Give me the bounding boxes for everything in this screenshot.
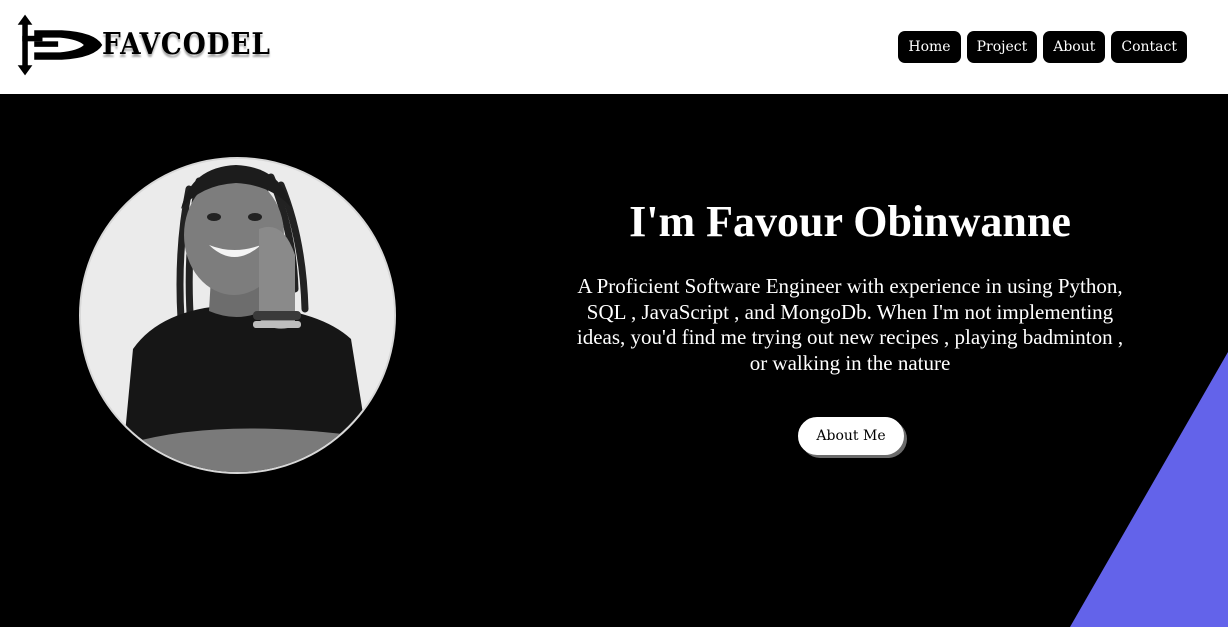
nav-project-link[interactable]: Project <box>966 31 1038 63</box>
arrow-f-logo-icon <box>17 14 103 76</box>
logo[interactable]: FAVCODEL <box>14 10 294 80</box>
nav-home-link[interactable]: Home <box>898 31 961 63</box>
hero-bio: A Proficient Software Engineer with expe… <box>576 274 1124 375</box>
about-me-button[interactable]: About Me <box>798 417 904 455</box>
nav-about-link[interactable]: About <box>1043 31 1106 63</box>
nav-contact-link[interactable]: Contact <box>1111 31 1187 63</box>
brand-name: FAVCODEL <box>102 26 271 62</box>
portrait-illustration <box>81 159 394 472</box>
profile-photo <box>79 157 396 474</box>
site-header: FAVCODEL Home Project About Contact <box>0 0 1228 94</box>
main-nav: Home Project About Contact <box>898 31 1187 63</box>
hero-headline: I'm Favour Obinwanne <box>629 197 1071 246</box>
hero-section: I'm Favour Obinwanne A Proficient Softwa… <box>0 94 1228 627</box>
